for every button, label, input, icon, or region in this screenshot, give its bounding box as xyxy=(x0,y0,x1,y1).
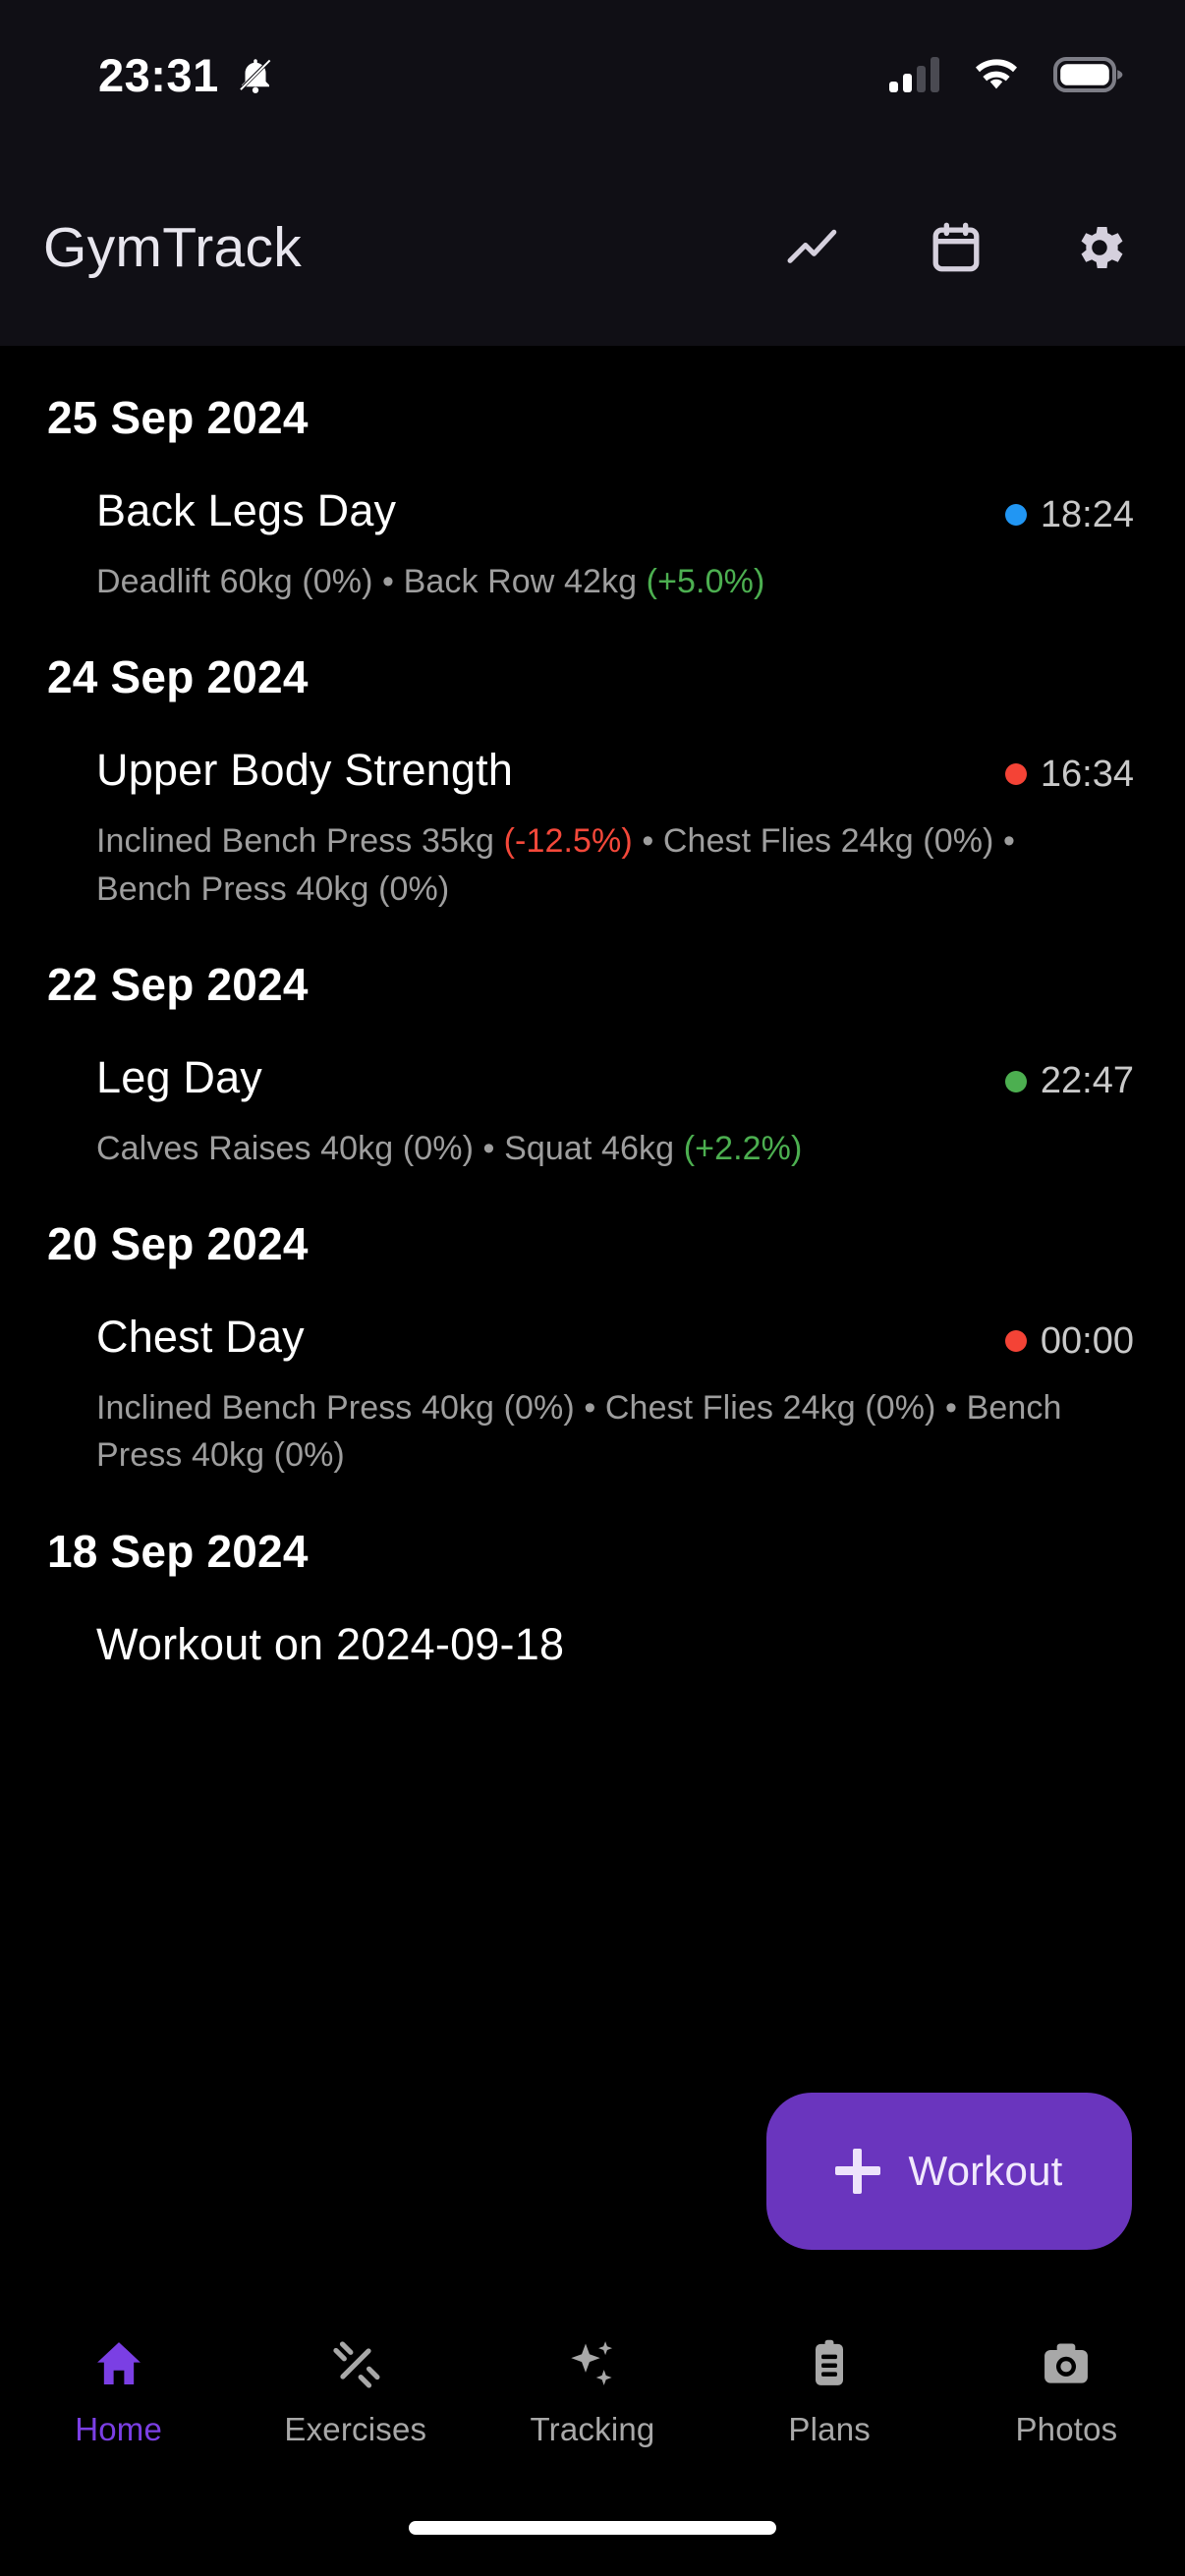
app-header: GymTrack xyxy=(0,149,1185,346)
nav-item-plans[interactable]: Plans xyxy=(711,2336,948,2448)
nav-label: Photos xyxy=(1015,2411,1118,2447)
progress-percent: (0%) xyxy=(378,869,450,908)
clipboard-icon xyxy=(802,2336,857,2391)
workout-entry-header: Leg Day 22:47 xyxy=(96,1052,1134,1103)
progress-percent: (0%) xyxy=(923,822,994,861)
nav-item-home[interactable]: Home xyxy=(0,2336,237,2448)
battery-icon xyxy=(1053,57,1123,92)
nav-label: Plans xyxy=(788,2411,871,2447)
bottom-navigation: Home Exercises Tracking Plans Photos xyxy=(0,2299,1185,2486)
exercise-text: • Back Row 42kg xyxy=(372,563,647,600)
status-bar-clock: 23:31 xyxy=(98,48,219,101)
progress-percent: (0%) xyxy=(865,1389,936,1428)
exercise-text: Deadlift 60kg xyxy=(96,563,303,600)
status-bar: 23:31 xyxy=(0,0,1185,149)
home-indicator xyxy=(409,2521,776,2535)
exercise-text: Inclined Bench Press 35kg xyxy=(96,822,504,861)
workout-entry-header: Back Legs Day 18:24 xyxy=(96,485,1134,536)
header-actions xyxy=(782,217,1130,278)
status-dot xyxy=(1004,504,1027,526)
date-group-header: 22 Sep 2024 xyxy=(47,958,309,1010)
gear-icon[interactable] xyxy=(1069,217,1130,278)
status-bar-right xyxy=(889,55,1124,94)
exercise-text: • Chest Flies 24kg xyxy=(632,822,924,861)
camera-icon xyxy=(1039,2336,1094,2391)
workout-entry[interactable]: Back Legs Day 18:24 Deadlift 60kg (0%) • B… xyxy=(0,444,1185,605)
progress-percent: (-12.5%) xyxy=(503,822,633,861)
workout-entry[interactable]: Leg Day 22:47 Calves Raises 40kg (0%) • Sq… xyxy=(0,1011,1185,1172)
date-group-header: 18 Sep 2024 xyxy=(47,1525,309,1577)
workout-time-wrap: 00:00 xyxy=(1004,1319,1134,1363)
workout-time-wrap: 16:34 xyxy=(1004,753,1134,796)
add-workout-label: Workout xyxy=(908,2148,1063,2194)
workout-entry-header: Upper Body Strength 16:34 xyxy=(96,745,1134,796)
trending-up-icon[interactable] xyxy=(782,217,843,278)
workout-detail: Inclined Bench Press 35kg (-12.5%) • Che… xyxy=(96,817,1089,913)
workout-entry-header: Chest Day 00:00 xyxy=(96,1312,1134,1363)
progress-percent: (+2.2%) xyxy=(683,1129,803,1167)
workout-detail: Inclined Bench Press 40kg (0%) • Chest F… xyxy=(96,1384,1089,1480)
workout-detail: Deadlift 60kg (0%) • Back Row 42kg (+5.0… xyxy=(96,558,1089,605)
sparkles-icon xyxy=(565,2336,620,2391)
phone-screen: 23:31 GymTrack 25 Sep 2024 Back Legs Day… xyxy=(0,0,1185,2576)
bell-off-icon xyxy=(238,58,272,93)
wifi-icon xyxy=(976,59,1017,89)
workout-time: 18:24 xyxy=(1040,493,1134,535)
workout-time: 22:47 xyxy=(1040,1060,1134,1102)
status-dot xyxy=(1004,1070,1027,1092)
workout-title: Leg Day xyxy=(96,1051,263,1102)
exercise-text: Calves Raises 40kg xyxy=(96,1129,403,1167)
workout-detail: Calves Raises 40kg (0%) • Squat 46kg (+2… xyxy=(96,1125,1089,1172)
progress-percent: (0%) xyxy=(302,563,373,600)
page-title: GymTrack xyxy=(43,216,303,279)
nav-label: Home xyxy=(75,2411,163,2447)
date-group-header: 25 Sep 2024 xyxy=(47,392,309,443)
workout-title: Chest Day xyxy=(96,1312,305,1363)
progress-percent: (0%) xyxy=(273,1436,345,1475)
nav-item-photos[interactable]: Photos xyxy=(948,2336,1185,2448)
exercise-text: • Chest Flies 24kg xyxy=(574,1389,866,1428)
status-dot xyxy=(1004,1330,1027,1353)
add-workout-button[interactable]: Workout xyxy=(766,2093,1132,2250)
workout-time: 16:34 xyxy=(1040,753,1134,795)
progress-percent: (0%) xyxy=(402,1129,475,1167)
dumbbell-icon xyxy=(328,2336,383,2391)
workout-time-wrap: 22:47 xyxy=(1004,1060,1134,1102)
plus-icon xyxy=(835,2149,881,2194)
progress-percent: (+5.0%) xyxy=(646,563,765,600)
status-bar-left: 23:31 xyxy=(98,48,276,102)
nav-label: Exercises xyxy=(284,2411,427,2447)
date-group-header: 20 Sep 2024 xyxy=(47,1218,309,1270)
workout-title: Upper Body Strength xyxy=(96,745,514,796)
workout-title: Back Legs Day xyxy=(96,485,397,535)
workout-entry[interactable]: Upper Body Strength 16:34 Inclined Bench P… xyxy=(0,703,1185,913)
nav-label: Tracking xyxy=(530,2411,655,2447)
nav-item-exercises[interactable]: Exercises xyxy=(237,2336,474,2448)
status-dot xyxy=(1004,763,1027,786)
workout-time: 00:00 xyxy=(1040,1319,1134,1362)
workout-title: Workout on 2024-09-18 xyxy=(96,1618,565,1669)
workout-entry-header: Workout on 2024-09-18 xyxy=(96,1619,1134,1670)
home-icon xyxy=(91,2336,146,2391)
nav-item-tracking[interactable]: Tracking xyxy=(474,2336,710,2448)
workout-feed: 25 Sep 2024 Back Legs Day 18:24 Deadlift 60… xyxy=(0,346,1185,1670)
exercise-text: • Squat 46kg xyxy=(474,1129,684,1167)
exercise-text: Inclined Bench Press 40kg xyxy=(96,1389,504,1428)
workout-time-wrap: 18:24 xyxy=(1004,493,1134,536)
progress-percent: (0%) xyxy=(503,1389,575,1428)
workout-entry[interactable]: Workout on 2024-09-18 xyxy=(0,1578,1185,1670)
signal-icon xyxy=(889,57,939,92)
calendar-icon[interactable] xyxy=(926,217,987,278)
workout-entry[interactable]: Chest Day 00:00 Inclined Bench Press 40kg … xyxy=(0,1270,1185,1480)
date-group-header: 24 Sep 2024 xyxy=(47,651,309,703)
